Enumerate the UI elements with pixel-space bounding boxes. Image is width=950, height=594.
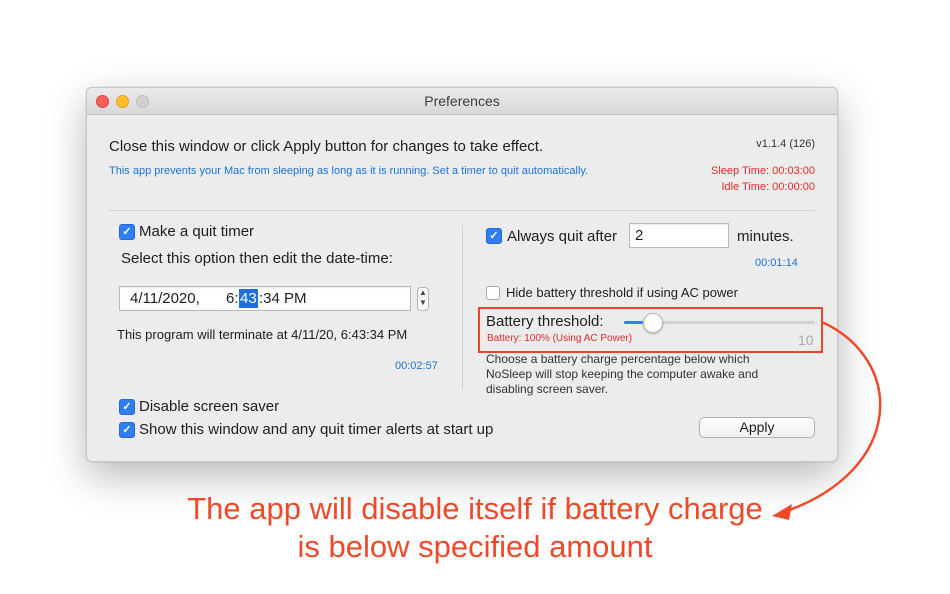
annotation-caption-line2: is below specified amount <box>297 529 653 564</box>
annotation-caption-line1: The app will disable itself if battery c… <box>187 491 763 526</box>
